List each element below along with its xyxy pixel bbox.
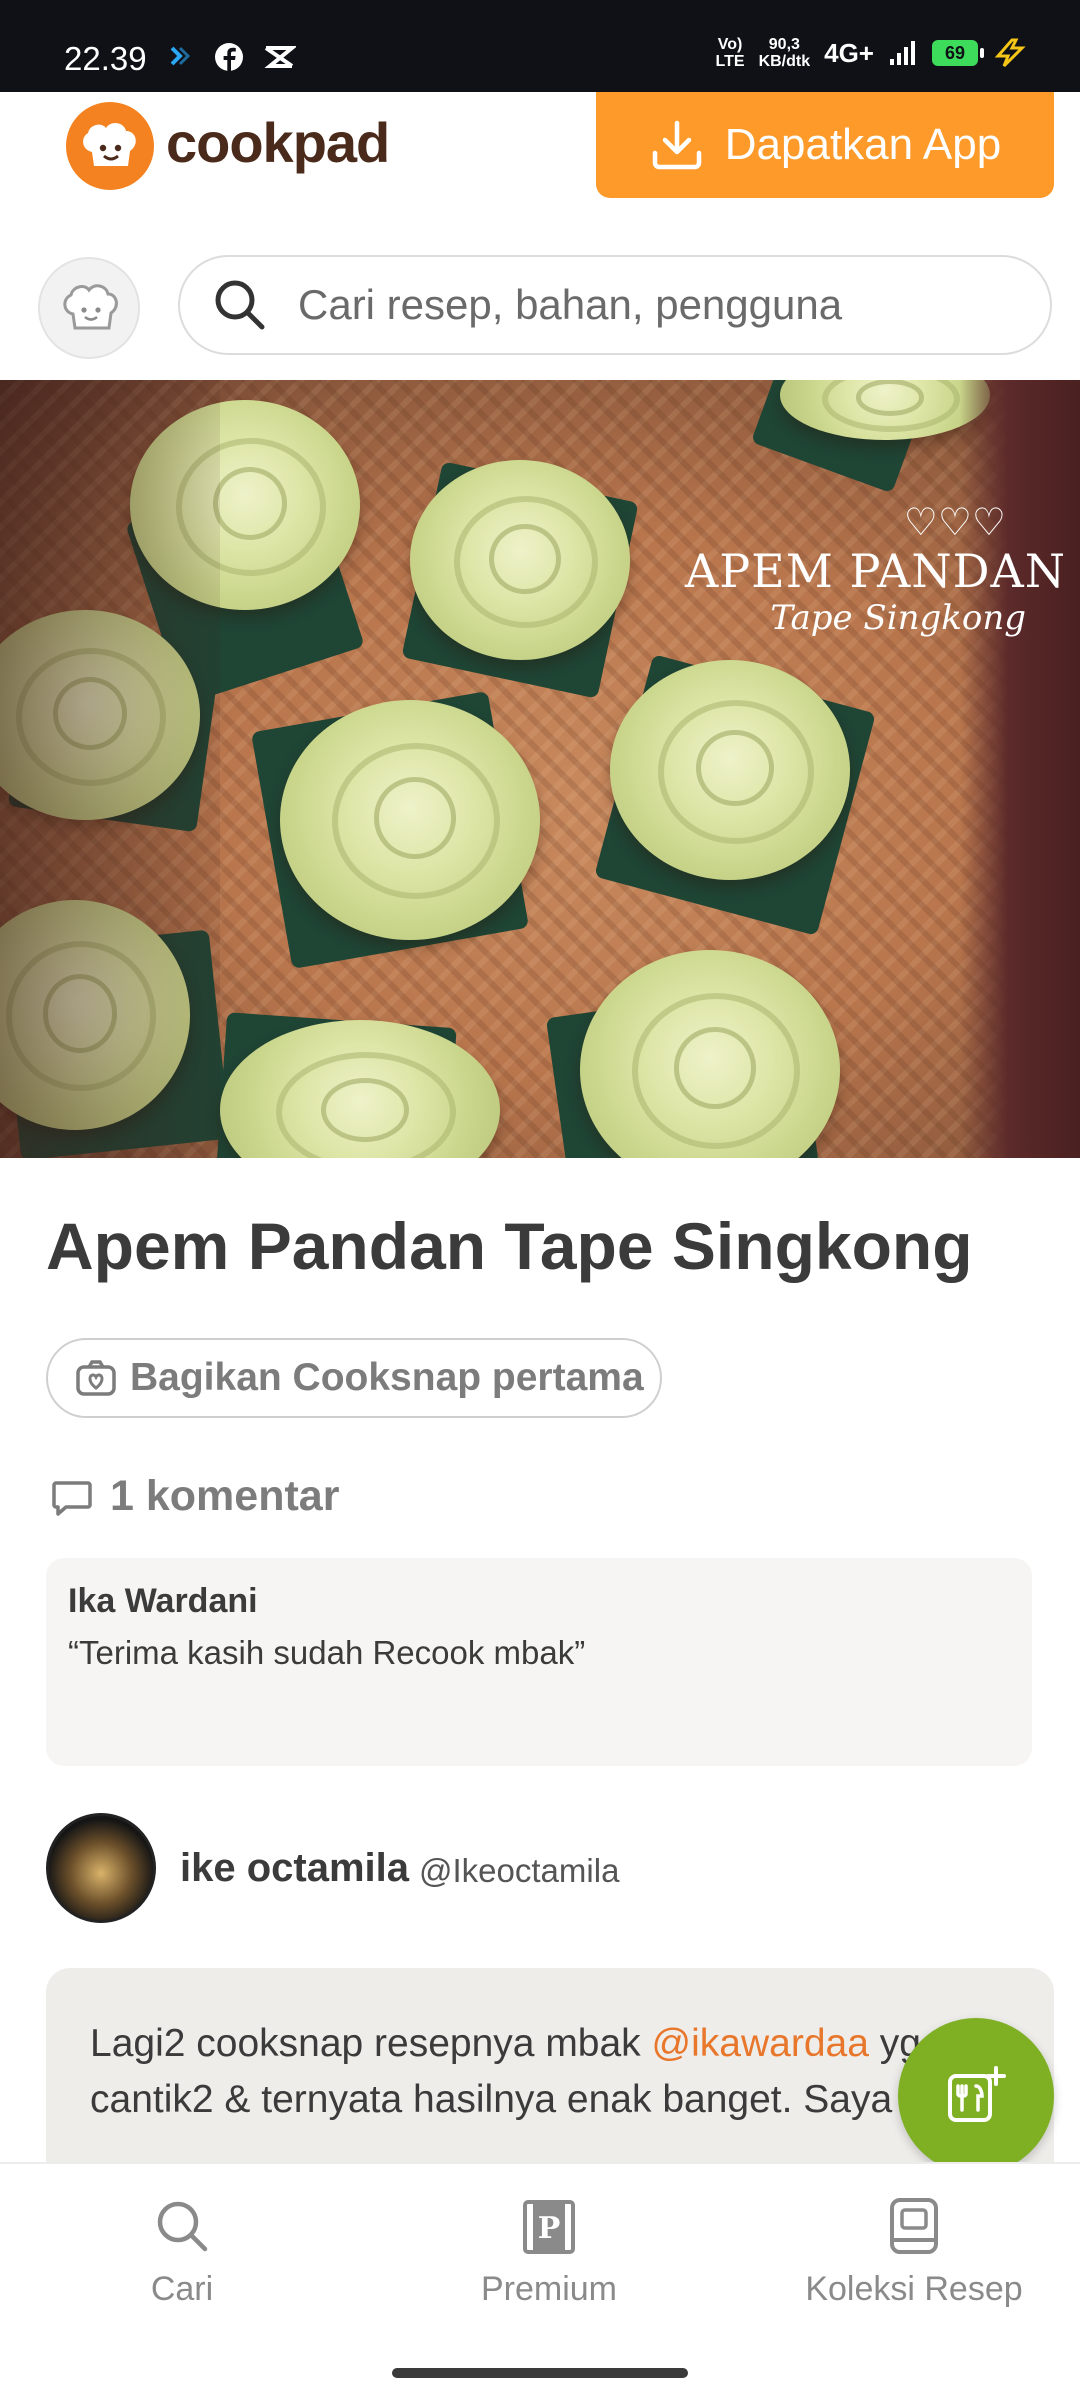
facebook-icon [215, 43, 243, 71]
comments-count: 1 komentar [110, 1472, 340, 1520]
collection-icon [890, 2198, 938, 2254]
author-name[interactable]: ike octamila [180, 1846, 409, 1891]
share-cooksnap-button[interactable]: Bagikan Cooksnap pertama [46, 1338, 662, 1418]
cookpad-logo-text[interactable]: cookpad [166, 110, 390, 175]
search-icon [215, 280, 265, 330]
nav-premium-label: Premium [480, 2270, 618, 2308]
notification-icon [170, 46, 191, 66]
download-icon [652, 120, 702, 170]
recipe-title: Apem Pandan Tape Singkong [46, 1209, 973, 1283]
status-indicators: Vo) LTE 90,3 KB/dtk 4G+ 69 [716, 36, 1028, 70]
search-icon [157, 2201, 208, 2252]
get-app-label: Dapatkan App [724, 120, 1002, 169]
battery-indicator: 69 [932, 40, 984, 66]
user-avatar-button[interactable] [38, 257, 140, 359]
nav-premium[interactable]: P Premium [399, 2196, 699, 2309]
capcut-icon [264, 46, 296, 68]
comments-header[interactable]: 1 komentar [50, 1472, 339, 1521]
photo-watermark: ♡♡♡ APEM PANDAN Tape Singkong [684, 500, 1066, 638]
status-time: 22.39 [64, 40, 147, 77]
recipe-photo[interactable]: ♡♡♡ APEM PANDAN Tape Singkong [0, 380, 1080, 1158]
charging-icon [994, 38, 1026, 68]
comment-author[interactable]: Ika Wardani [68, 1582, 258, 1621]
nav-recipe-collection[interactable]: Koleksi Resep [764, 2196, 1064, 2309]
author-avatar[interactable] [46, 1813, 156, 1923]
story-mention-link[interactable]: @ikawardaa [652, 2022, 869, 2065]
network-speed: 90,3 KB/dtk [758, 36, 811, 70]
nav-search-label: Cari [150, 2270, 214, 2308]
add-cookbook-icon [948, 2066, 1006, 2122]
nav-search[interactable]: Cari [32, 2196, 332, 2309]
volte-indicator: Vo) LTE [715, 36, 745, 70]
app-header: cookpad Dapatkan App [0, 92, 1080, 202]
search-bar[interactable] [178, 255, 1052, 355]
get-app-button[interactable]: Dapatkan App [596, 92, 1054, 198]
premium-icon: P [523, 2200, 575, 2254]
comment-text: “Terima kasih sudah Recook mbak” [68, 1634, 586, 1671]
comment-icon [52, 1480, 92, 1516]
network-type: 4G+ [824, 37, 874, 68]
cookpad-logo-icon[interactable] [66, 102, 154, 190]
author-handle[interactable]: @Ikeoctamila [419, 1852, 619, 1890]
home-indicator[interactable] [392, 2368, 688, 2378]
recipe-author[interactable]: ike octamila @Ikeoctamila [46, 1812, 619, 1924]
share-cooksnap-label: Bagikan Cooksnap pertama [130, 1356, 644, 1399]
chef-hat-icon [63, 284, 118, 330]
signal-icon [890, 41, 915, 65]
camera-heart-icon [76, 1360, 116, 1396]
bottom-navigation: Cari P Premium Koleksi Resep [0, 2162, 1080, 2402]
comment-card[interactable]: Ika Wardani “Terima kasih sudah Recook m… [46, 1558, 1032, 1766]
search-input[interactable] [296, 280, 1000, 330]
add-recipe-button[interactable] [898, 2018, 1054, 2174]
recipe-story: Lagi2 cooksnap resepnya mbak @ikawardaa … [90, 2022, 921, 2121]
svg-text:P: P [538, 2211, 561, 2246]
status-bar: 22.39 Vo) LTE 90,3 KB/dtk 4G+ 69 [0, 0, 1080, 92]
nav-collection-label: Koleksi Resep [805, 2270, 1023, 2308]
